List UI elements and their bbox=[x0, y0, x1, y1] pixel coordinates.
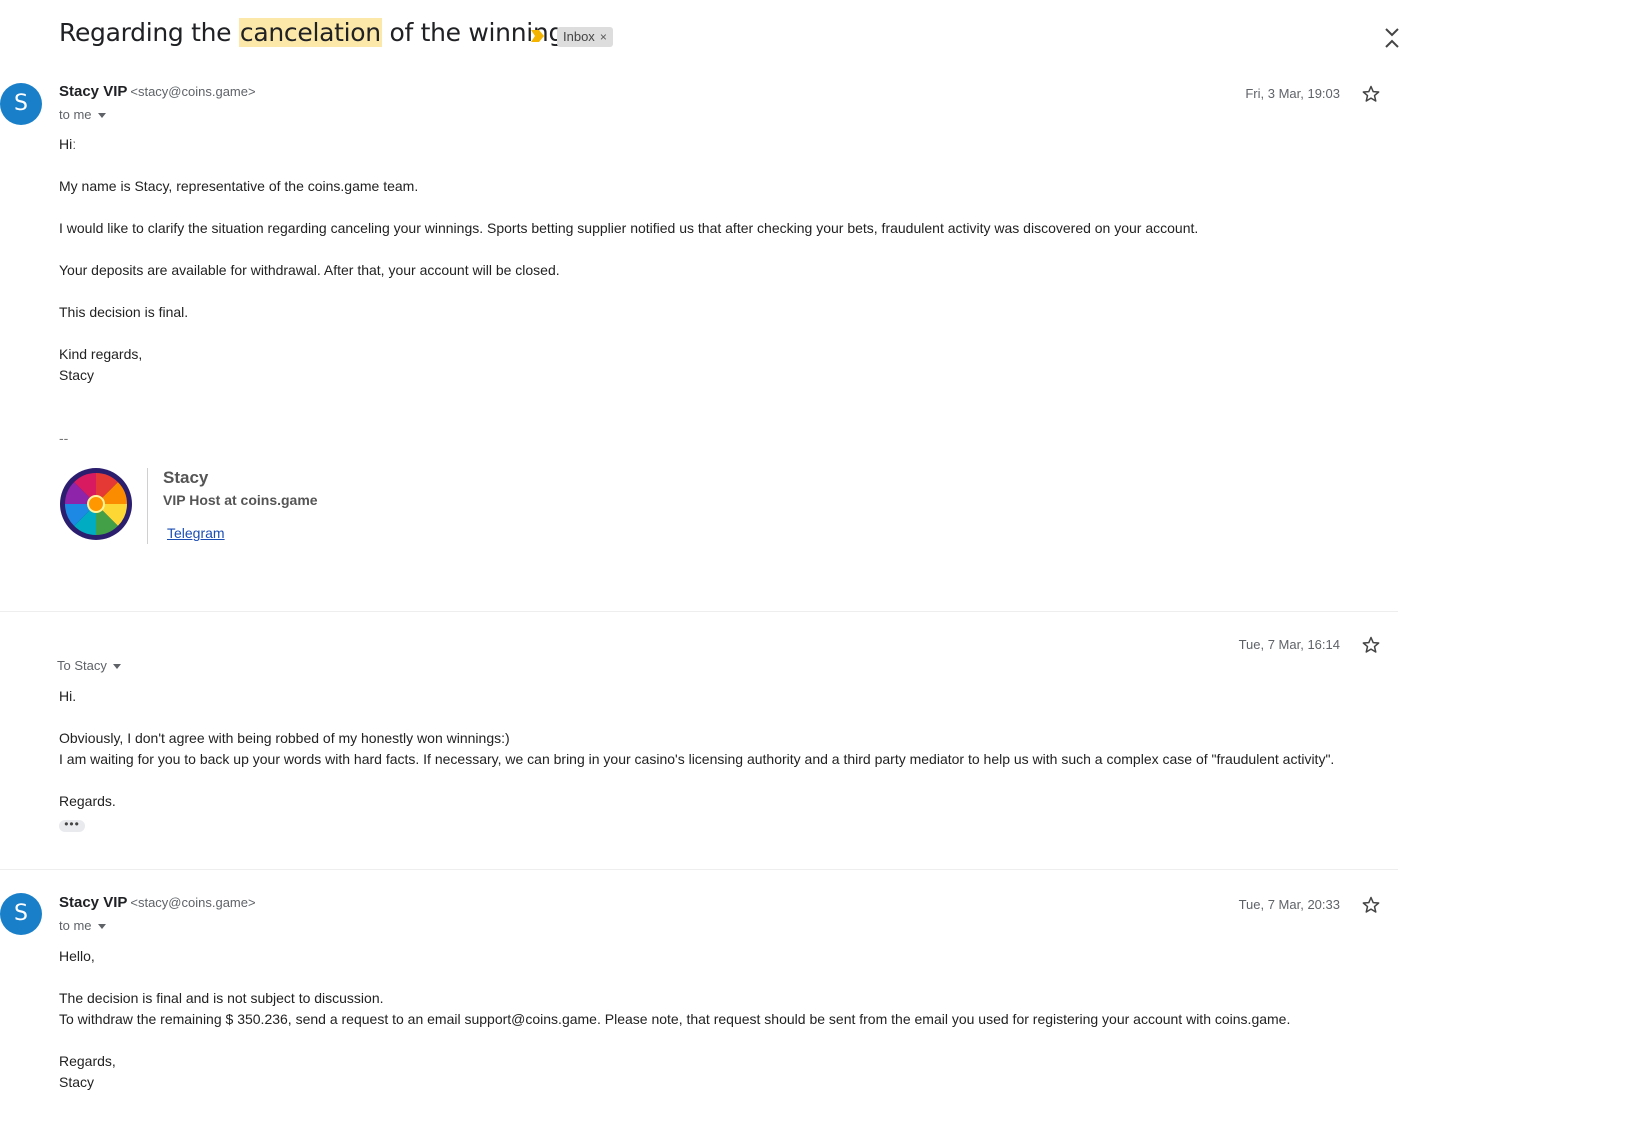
dropdown-caret-icon bbox=[112, 664, 121, 670]
collapse-all-icon[interactable] bbox=[1383, 26, 1401, 50]
sender-avatar[interactable]: S bbox=[0, 83, 42, 125]
star-icon[interactable] bbox=[1361, 635, 1381, 655]
message-body-line: The decision is final and is not subject… bbox=[59, 990, 384, 1006]
message-body-line: To withdraw the remaining $ 350.236, sen… bbox=[59, 1011, 1291, 1027]
dropdown-caret-icon bbox=[97, 113, 106, 119]
message-body-line: I would like to clarify the situation re… bbox=[59, 220, 1199, 236]
recipient-dropdown[interactable]: to me bbox=[59, 107, 106, 122]
message-body-line: Hello, bbox=[59, 948, 95, 964]
message-body-line: I am waiting for you to back up your wor… bbox=[59, 751, 1335, 767]
close-label-icon[interactable]: × bbox=[600, 30, 607, 44]
recipient-label: To Stacy bbox=[57, 658, 107, 673]
message-body-line: Hi. bbox=[59, 688, 77, 704]
sender-name[interactable]: Stacy VIP bbox=[59, 894, 127, 911]
message-date: Fri, 3 Mar, 19:03 bbox=[1245, 86, 1340, 101]
message-body-line: Hiː bbox=[59, 136, 77, 152]
message-body-line: Regards. bbox=[59, 793, 116, 809]
sender-line: Stacy VIP <stacy@coins.game> bbox=[59, 894, 256, 912]
telegram-link[interactable]: Telegram bbox=[167, 525, 225, 541]
message-body-line: Regards, bbox=[59, 1053, 116, 1069]
message-body-line: My name is Stacy, representative of the … bbox=[59, 178, 419, 194]
message-body-line: Kind regards, bbox=[59, 346, 143, 362]
star-icon[interactable] bbox=[1361, 895, 1381, 915]
star-icon[interactable] bbox=[1361, 84, 1381, 104]
recipient-dropdown[interactable]: To Stacy bbox=[57, 658, 121, 673]
sender-email: <stacy@coins.game> bbox=[130, 895, 256, 910]
message-body-line: Stacy bbox=[59, 367, 95, 383]
signature-divider bbox=[147, 468, 148, 544]
message-divider bbox=[0, 611, 1398, 612]
signature-name: Stacy bbox=[163, 468, 209, 487]
message-body-line: Your deposits are available for withdraw… bbox=[59, 262, 560, 278]
signature-title: VIP Host at coins.game bbox=[163, 492, 318, 508]
sender-email: <stacy@coins.game> bbox=[130, 84, 256, 99]
sender-name[interactable]: Stacy VIP bbox=[59, 83, 127, 100]
message-body-line: Stacy bbox=[59, 1074, 95, 1090]
show-trimmed-content-button[interactable]: ••• bbox=[59, 818, 85, 832]
wheel-logo-icon bbox=[60, 468, 132, 540]
message-body-line: Obviously, I don't agree with being robb… bbox=[59, 730, 510, 746]
inbox-label-text: Inbox bbox=[563, 29, 595, 44]
important-marker-icon[interactable] bbox=[530, 29, 545, 43]
recipient-dropdown[interactable]: to me bbox=[59, 918, 106, 933]
sender-line: Stacy VIP <stacy@coins.game> bbox=[59, 83, 256, 101]
message-date: Tue, 7 Mar, 16:14 bbox=[1238, 637, 1340, 652]
message-divider bbox=[0, 869, 1398, 870]
dropdown-caret-icon bbox=[97, 924, 106, 930]
recipient-label: to me bbox=[59, 107, 92, 122]
recipient-label: to me bbox=[59, 918, 92, 933]
sender-avatar[interactable]: S bbox=[0, 893, 42, 935]
message-date: Tue, 7 Mar, 20:33 bbox=[1238, 897, 1340, 912]
inbox-label-chip[interactable]: Inbox × bbox=[557, 27, 613, 47]
subject-text-end: of the winnings. bbox=[381, 18, 585, 47]
thread-subject: Regarding the cancelation of the winning… bbox=[59, 18, 585, 47]
subject-text: Regarding the bbox=[59, 18, 239, 47]
message-body-line: This decision is final. bbox=[59, 304, 189, 320]
subject-highlight: cancelation bbox=[238, 18, 382, 47]
signature-separator: -- bbox=[59, 430, 69, 446]
